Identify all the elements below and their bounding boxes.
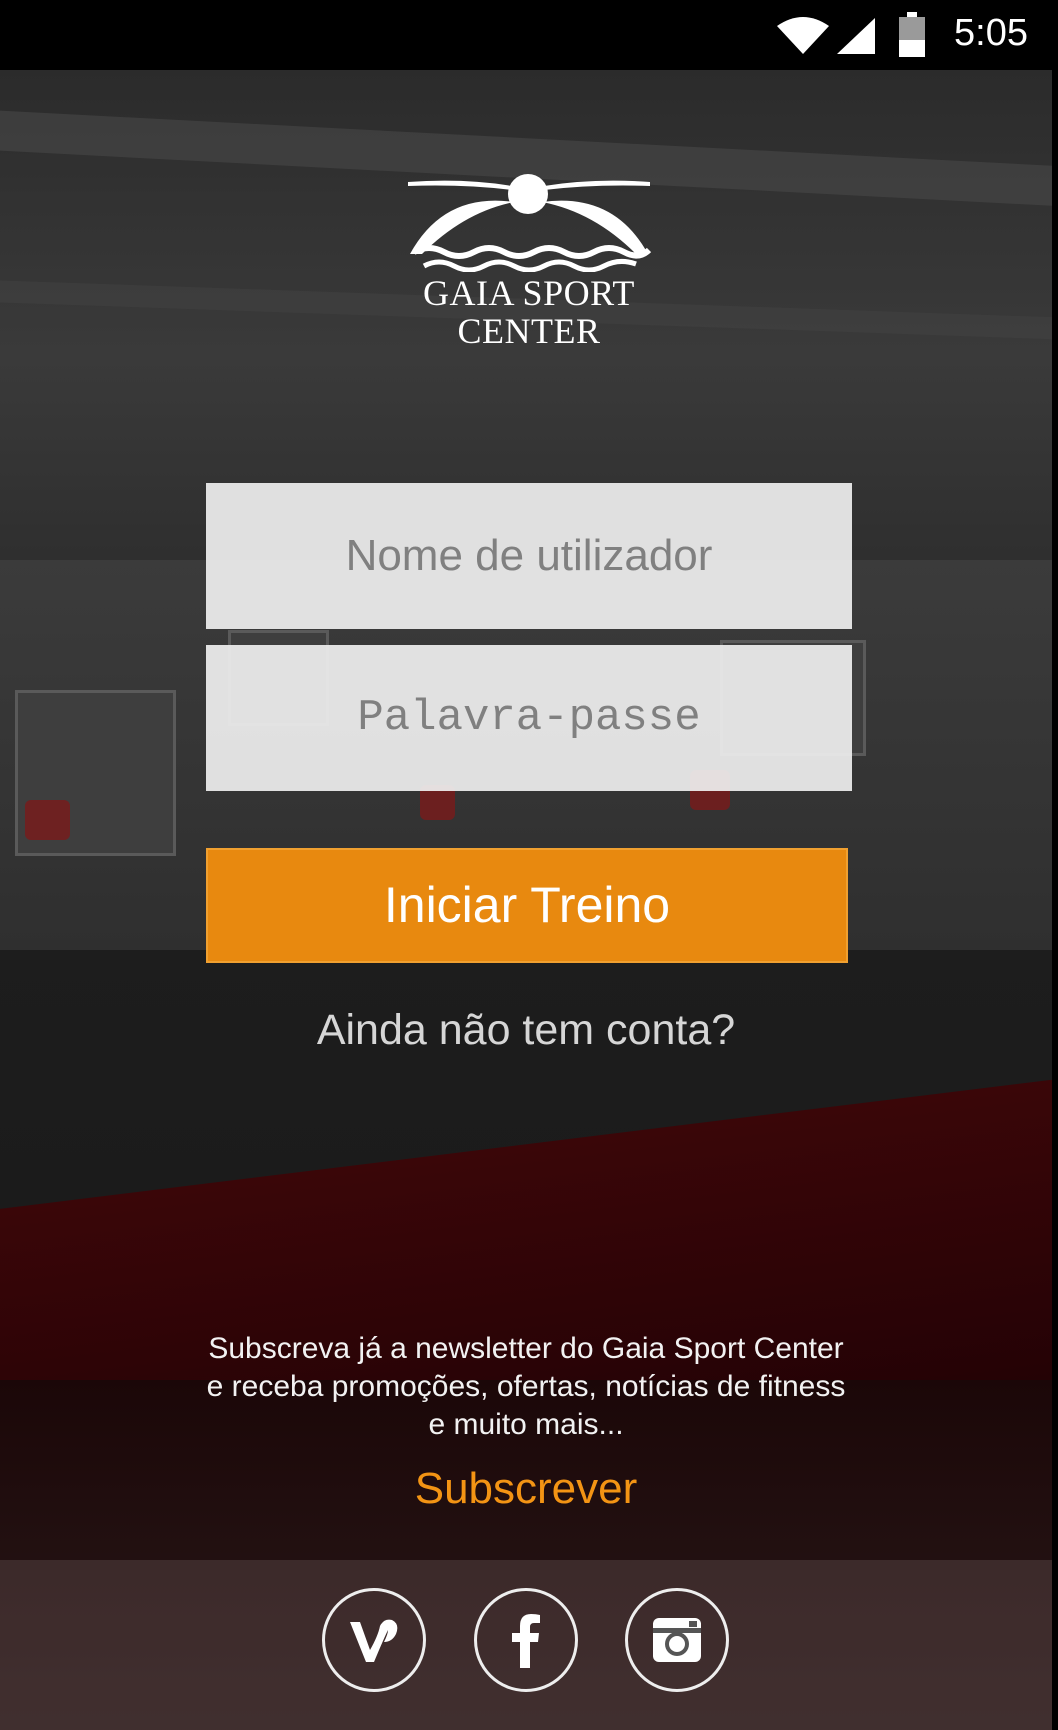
instagram-icon (653, 1618, 701, 1662)
facebook-button[interactable] (474, 1588, 578, 1692)
vine-icon (350, 1619, 398, 1662)
status-time: 5:05 (954, 12, 1028, 54)
battery-icon (898, 12, 926, 63)
start-training-button[interactable]: Iniciar Treino (206, 848, 848, 963)
wifi-icon (775, 16, 831, 61)
logo-emblem-icon (408, 174, 652, 272)
vine-button[interactable] (322, 1588, 426, 1692)
cell-signal-icon (835, 16, 877, 61)
facebook-icon (512, 1614, 540, 1668)
instagram-button[interactable] (625, 1588, 729, 1692)
signup-link[interactable]: Ainda não tem conta? (0, 1006, 1052, 1055)
logo-text-line1: GAIA SPORT (423, 273, 635, 313)
gaia-sport-center-logo: GAIA SPORT CENTER (404, 172, 654, 352)
password-input[interactable] (206, 645, 852, 791)
logo-text-line2: CENTER (457, 311, 601, 351)
subscribe-link[interactable]: Subscrever (0, 1464, 1052, 1514)
username-input[interactable] (206, 483, 852, 629)
status-bar: 5:05 (0, 0, 1058, 70)
newsletter-text: Subscreva já a newsletter do Gaia Sport … (206, 1332, 846, 1441)
